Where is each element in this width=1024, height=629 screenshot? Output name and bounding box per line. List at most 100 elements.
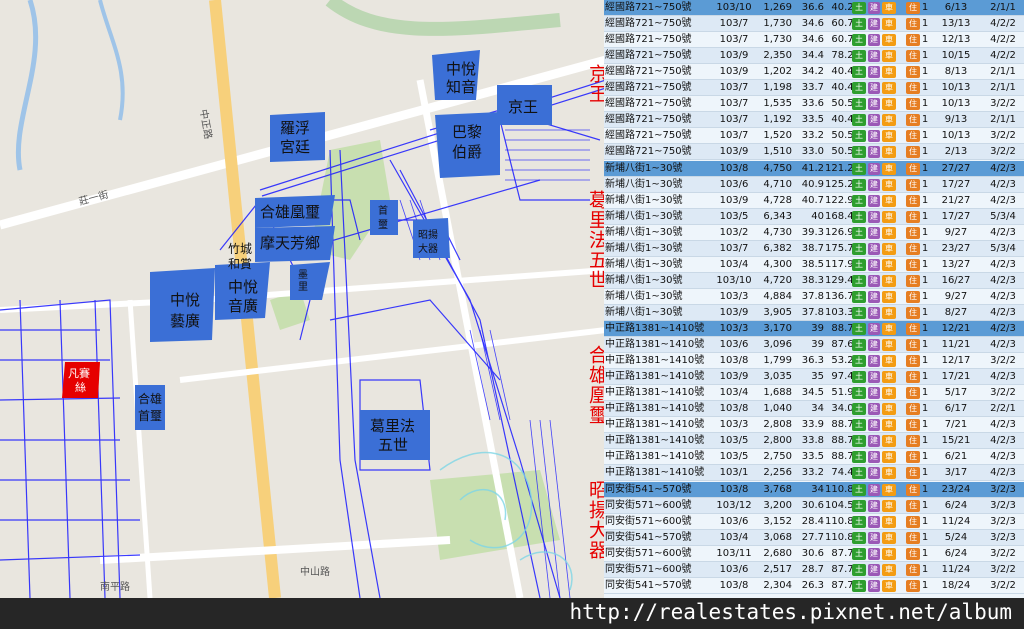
table-row[interactable]: 中正路1381~1410號 103/5 2,800 33.8 88.72 1 15/21 4/…: [604, 433, 1024, 450]
cell-price: 4,750: [763, 162, 792, 174]
cell-price: 1,535: [763, 98, 792, 110]
badge-icon: 住: [906, 483, 920, 496]
table-row[interactable]: 中正路1381~1410號 103/8 1,040 34 34.03 1 6/17 2/2/1…: [604, 401, 1024, 418]
table-row[interactable]: 經國路721~750號 103/7 1,198 33.7 40.46 1 10/13 2/1/…: [604, 80, 1024, 97]
table-row[interactable]: 經國路721~750號 103/9 2,350 34.4 78.29 1 10/15 4/2/…: [604, 48, 1024, 65]
table-row[interactable]: 中正路1381~1410號 103/5 2,750 33.5 88.72 1 6/21 4/2…: [604, 449, 1024, 466]
badge-icon: 住: [906, 50, 920, 63]
table-row[interactable]: 中正路1381~1410號 103/6 3,096 39 87.62 1 11/21 4/2/…: [604, 337, 1024, 354]
cell-date: 103/6: [719, 563, 749, 575]
badge-icon: 車: [882, 130, 896, 143]
badge-icon: 土: [852, 419, 866, 432]
badge-icon: 建: [868, 130, 880, 143]
table-row[interactable]: 新埔八街1~30號 103/9 3,905 37.8 103.32 1 8/27 4/2/3 土…: [604, 304, 1024, 321]
table-row[interactable]: 經國路721~750號 103/10 1,269 36.6 40.28 1 6/13 2/1/…: [604, 0, 1024, 16]
cell-date: 103/4: [719, 258, 749, 270]
map-label-small-b-2: 里: [298, 281, 308, 293]
cell-date: 103/5: [719, 435, 749, 447]
cell-floor: 6/21: [944, 451, 968, 463]
cell-date: 103/9: [719, 371, 749, 383]
cell-floor: 10/13: [941, 98, 971, 110]
table-row[interactable]: 新埔八街1~30號 103/4 4,300 38.5 117.93 1 13/27 4/2/3…: [604, 257, 1024, 273]
cell-price: 1,730: [763, 34, 792, 46]
badge-icon: 土: [852, 146, 866, 159]
table-row[interactable]: 經國路721~750號 103/7 1,520 33.2 50.54 1 10/13 3/2/…: [604, 128, 1024, 145]
table-row[interactable]: 同安街571~600號 103/6 2,517 28.7 87.70 1 11/24 3/2/…: [604, 561, 1024, 578]
cell-addr: 經國路721~750號: [605, 82, 692, 94]
badge-icon: 土: [852, 563, 866, 576]
cell-addr: 經國路721~750號: [605, 66, 692, 78]
badge-icon: 土: [852, 387, 866, 400]
badge-icon: 建: [868, 2, 880, 14]
cell-date: 103/7: [719, 242, 749, 254]
table-row[interactable]: 經國路721~750號 103/7 1,730 34.6 60.71 1 13/13 4/2/…: [604, 16, 1024, 33]
table-row[interactable]: 中正路1381~1410號 103/1 2,256 33.2 74.48 1 3/17 4/2…: [604, 465, 1024, 482]
map-label-fansaisi-2: 絲: [75, 380, 86, 394]
cell-n: 1: [921, 483, 929, 495]
cell-addr: 經國路721~750號: [605, 2, 692, 13]
table-row[interactable]: 中正路1381~1410號 103/4 1,688 34.5 51.91 1 5/17 3/2…: [604, 385, 1024, 402]
cell-unit: 33.9: [801, 419, 824, 431]
cell-unit: 38.3: [801, 274, 824, 286]
cell-floor: 10/15: [941, 50, 971, 62]
table-row[interactable]: 中正路1381~1410號 103/3 3,170 39 88.72 1 12/21 4/2/…: [604, 321, 1024, 337]
table-row[interactable]: 新埔八街1~30號 103/2 4,730 39.3 126.90 1 9/27 4/2/3 土…: [604, 225, 1024, 241]
table-row[interactable]: 新埔八街1~30號 103/7 6,382 38.7 175.77 1 23/27 5/3/4…: [604, 240, 1024, 257]
table-row[interactable]: 經國路721~750號 103/9 1,510 33.0 50.54 1 2/13 3/2/2…: [604, 144, 1024, 161]
cell-addr: 新埔八街1~30號: [605, 242, 683, 254]
cell-unit: 26.3: [801, 579, 824, 591]
badge-icon: 土: [852, 323, 866, 335]
table-row[interactable]: 經國路721~750號 103/9 1,202 34.2 40.46 1 8/13 2/1/1…: [604, 64, 1024, 81]
cell-n: 1: [921, 50, 929, 62]
table-row[interactable]: 同安街541~570號 103/8 2,304 26.3 87.70 1 18/24 3/2/…: [604, 578, 1024, 594]
badge-icon: 建: [868, 290, 880, 303]
cell-date: 103/7: [719, 82, 749, 94]
badge-icon: 土: [852, 162, 866, 175]
table-row[interactable]: 中正路1381~1410號 103/9 3,035 35 97.44 1 17/21 4/2/…: [604, 369, 1024, 386]
badge-icon: 土: [852, 467, 866, 480]
cell-lay: 2/1/1: [990, 82, 1016, 94]
table-row[interactable]: 新埔八街1~30號 103/9 4,728 40.7 122.91 1 21/27 4/2/3…: [604, 193, 1024, 209]
cell-date: 103/11: [716, 547, 752, 559]
cell-date: 103/5: [719, 210, 749, 222]
map-label-zhucheng-2: 和賞: [228, 257, 252, 271]
badge-icon: 土: [852, 194, 866, 207]
table-row[interactable]: 經國路721~750號 103/7 1,730 34.6 60.71 1 12/13 4/2/…: [604, 32, 1024, 49]
badge-icon: 車: [882, 34, 896, 47]
table-row[interactable]: 同安街571~600號 103/11 2,680 30.6 87.70 1 6/24 3/2/…: [604, 546, 1024, 562]
table-row[interactable]: 同安街541~570號 103/4 3,068 27.7 110.89 1 5/24 3/2/…: [604, 529, 1024, 546]
table-row[interactable]: 同安街571~600號 103/6 3,152 28.4 110.89 1 11/24 3/2…: [604, 514, 1024, 530]
cell-date: 103/7: [719, 98, 749, 110]
table-row[interactable]: 新埔八街1~30號 103/10 4,720 38.3 129.42 1 16/27 4/2/…: [604, 272, 1024, 289]
cell-date: 103/2: [719, 226, 749, 238]
table-row[interactable]: 經國路721~750號 103/7 1,192 33.5 40.46 1 9/13 2/1/1…: [604, 112, 1024, 129]
table-row[interactable]: 新埔八街1~30號 103/8 4,750 41.2 121.25 1 27/27 4/2/3…: [604, 160, 1024, 177]
cell-price: 1,520: [763, 130, 792, 142]
table-row[interactable]: 中正路1381~1410號 103/8 1,799 36.3 53.27 1 12/17 3/…: [604, 353, 1024, 370]
cell-n: 1: [921, 66, 929, 78]
footer-url[interactable]: http://realestates.pixnet.net/album: [569, 600, 1012, 624]
badge-icon: 建: [868, 66, 880, 79]
map-canvas[interactable]: 中悅 知音 京王 羅浮 宮廷 巴黎 伯爵 合雄凰璽 摩天芳鄉 竹城 和賞 中悅 …: [0, 0, 606, 598]
cell-lay: 4/2/3: [990, 162, 1016, 174]
cell-price: 2,808: [763, 419, 792, 431]
badge-icon: 土: [852, 66, 866, 79]
table-row[interactable]: 新埔八街1~30號 103/3 4,884 37.8 136.73 1 9/27 4/2/3 土…: [604, 289, 1024, 305]
badge-icon: 土: [852, 339, 866, 352]
table-row[interactable]: 經國路721~750號 103/7 1,535 33.6 50.54 1 10/13 3/2/…: [604, 96, 1024, 113]
cell-unit: 30.6: [801, 499, 824, 511]
badge-icon: 住: [906, 419, 920, 432]
badge-icon: 建: [868, 34, 880, 47]
badge-icon: 住: [906, 242, 920, 255]
cell-n: 1: [921, 258, 929, 270]
table-row[interactable]: 新埔八街1~30號 103/6 4,710 40.9 125.24 1 17/27 4/2/3…: [604, 176, 1024, 193]
table-row[interactable]: 中正路1381~1410號 103/3 2,808 33.9 88.72 1 7/21 4/2…: [604, 417, 1024, 434]
cell-price: 1,688: [763, 387, 792, 399]
badge-icon: 土: [852, 515, 866, 528]
table-row[interactable]: 同安街541~570號 103/8 3,768 34 110.89 1 23/24 3/2/3…: [604, 481, 1024, 498]
cell-lay: 3/2/2: [990, 130, 1016, 142]
table-row[interactable]: 同安街571~600號 103/12 3,200 30.6 104.50 1 6/24 3/2…: [604, 497, 1024, 514]
table-row[interactable]: 新埔八街1~30號 103/5 6,343 40 168.47 1 17/27 5/3/4 土建…: [604, 208, 1024, 225]
cell-n: 1: [921, 226, 929, 238]
cell-addr: 同安街571~600號: [605, 547, 692, 559]
